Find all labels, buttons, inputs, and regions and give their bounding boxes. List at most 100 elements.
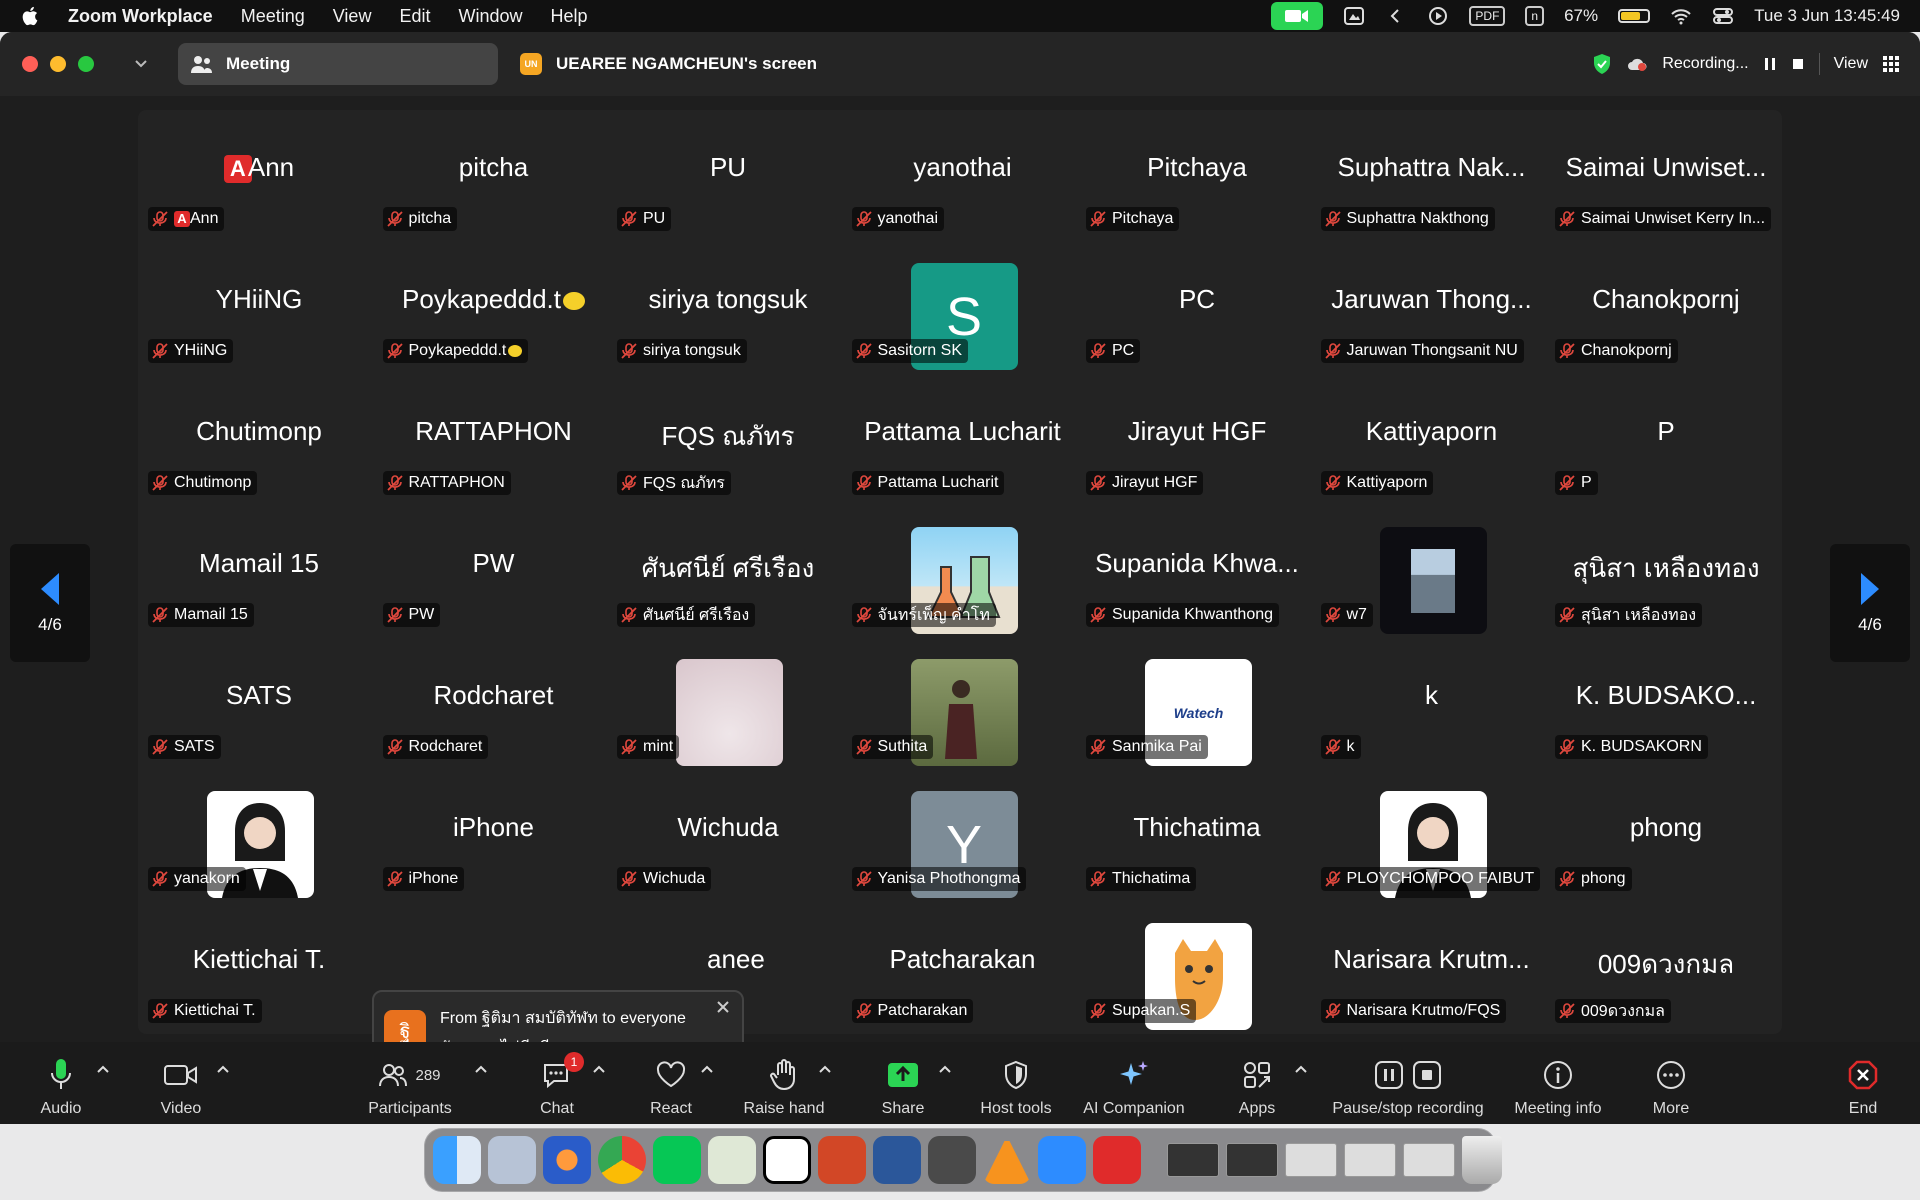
line-icon[interactable] [653, 1136, 701, 1184]
video-button[interactable]: Video [140, 1042, 222, 1124]
pencil-app-icon[interactable] [708, 1136, 756, 1184]
apple-icon[interactable] [20, 5, 42, 27]
participant-tile[interactable]: K. BUDSAKO... K. BUDSAKORN [1549, 652, 1783, 784]
menu-edit[interactable]: Edit [399, 6, 430, 27]
participant-tile[interactable]: Chutimonp Chutimonp [142, 388, 376, 520]
close-icon[interactable] [716, 1000, 730, 1014]
participant-tile[interactable]: mint [611, 652, 845, 784]
menubar-clock[interactable]: Tue 3 Jun 13:45:49 [1754, 6, 1900, 26]
react-button[interactable]: React [630, 1042, 712, 1124]
participant-tile[interactable]: Narisara Krutm... Narisara Krutmo/FQS [1315, 916, 1549, 1048]
menu-meeting[interactable]: Meeting [241, 6, 305, 27]
menu-app-name[interactable]: Zoom Workplace [68, 6, 213, 27]
participant-tile[interactable]: PP [1549, 388, 1783, 520]
participant-tile[interactable]: Pattama Lucharit Pattama Lucharit [846, 388, 1080, 520]
minimized-window-thumbnail[interactable] [1226, 1143, 1278, 1177]
minimized-window-thumbnail[interactable] [1167, 1143, 1219, 1177]
zoom-camera-status-icon[interactable] [1271, 2, 1324, 30]
launchpad-icon[interactable] [488, 1136, 536, 1184]
wifi-icon[interactable] [1670, 6, 1692, 26]
more-button[interactable]: More [1630, 1042, 1712, 1124]
participant-tile[interactable]: yanakorn [142, 784, 376, 916]
minimized-window-thumbnail[interactable] [1344, 1143, 1396, 1177]
tab-shared-screen[interactable]: UN UEAREE NGAMCHEUN's screen [520, 53, 817, 75]
pdf-app-icon[interactable] [1093, 1136, 1141, 1184]
participant-tile[interactable]: PLOYCHOMPOO FAIBUT [1315, 784, 1549, 916]
menu-view[interactable]: View [333, 6, 372, 27]
participants-options-chevron-icon[interactable] [474, 1064, 488, 1074]
participant-tile[interactable]: จันทร์เพ็ญ คำโท [846, 520, 1080, 652]
participant-tile[interactable]: Rodcharet Rodcharet [377, 652, 611, 784]
participant-tile[interactable]: Patcharakan Patcharakan [846, 916, 1080, 1048]
participant-tile[interactable]: phong phong [1549, 784, 1783, 916]
end-meeting-button[interactable]: End [1822, 1042, 1904, 1124]
participant-tile[interactable]: SATS SATS [142, 652, 376, 784]
chevron-left-icon[interactable] [1385, 6, 1407, 26]
participant-tile[interactable]: 009ดวงกมล 009ดวงกมล [1549, 916, 1783, 1048]
participant-tile[interactable]: w7 [1315, 520, 1549, 652]
trash-icon[interactable] [1462, 1136, 1502, 1184]
raise-hand-button[interactable]: Raise hand [734, 1042, 834, 1124]
participant-tile[interactable]: S Sasitorn SK [846, 256, 1080, 388]
participant-tile[interactable]: สุนิสา เหลืองทอง สุนิสา เหลืองทอง [1549, 520, 1783, 652]
participant-tile[interactable]: Kiettichai T. Kiettichai T. [142, 916, 376, 1048]
zoom-window-button[interactable] [78, 56, 94, 72]
participant-tile[interactable]: ศันศนีย์ ศรีเรือง ศันศนีย์ ศรีเรือง [611, 520, 845, 652]
participant-tile[interactable]: PW PW [377, 520, 611, 652]
participants-button[interactable]: 289 Participants [356, 1042, 464, 1124]
participant-tile[interactable]: Saimai Unwiset... Saimai Unwiset Kerry In… [1549, 124, 1783, 256]
participant-tile[interactable]: RATTAPHON RATTAPHON [377, 388, 611, 520]
participant-tile[interactable]: iPhone iPhone [377, 784, 611, 916]
raise-hand-options-chevron-icon[interactable] [818, 1064, 832, 1074]
word-icon[interactable] [873, 1136, 921, 1184]
view-menu-label[interactable]: View [1834, 55, 1868, 73]
minimize-window-button[interactable] [50, 56, 66, 72]
powerpoint-icon[interactable] [818, 1136, 866, 1184]
participant-tile[interactable]: Y Yanisa Phothongma [846, 784, 1080, 916]
share-options-chevron-icon[interactable] [938, 1064, 952, 1074]
participant-tile[interactable]: Suthita [846, 652, 1080, 784]
participant-tile[interactable]: PU PU [611, 124, 845, 256]
participant-tile[interactable]: YHiiNG YHiiNG [142, 256, 376, 388]
participant-tile[interactable]: Poykapeddd.t Poykapeddd.t [377, 256, 611, 388]
apps-button[interactable]: Apps [1216, 1042, 1298, 1124]
pause-recording-icon[interactable] [1763, 57, 1777, 71]
share-screen-button[interactable]: Share [862, 1042, 944, 1124]
participant-tile[interactable]: Kattiyaporn Kattiyaporn [1315, 388, 1549, 520]
pause-stop-recording-button[interactable]: Pause/stop recording [1324, 1042, 1492, 1124]
zoom-app-icon[interactable] [1038, 1136, 1086, 1184]
participant-tile[interactable]: Wichuda Wichuda [611, 784, 845, 916]
participant-tile[interactable]: Supanida Khwa... Supanida Khwanthong [1080, 520, 1314, 652]
participant-tile[interactable]: kk [1315, 652, 1549, 784]
participant-tile[interactable]: Jaruwan Thong... Jaruwan Thongsanit NU [1315, 256, 1549, 388]
pdf-icon[interactable]: PDF [1469, 6, 1506, 26]
close-window-button[interactable] [22, 56, 38, 72]
next-page-button[interactable]: 4/6 [1830, 544, 1910, 662]
play-icon[interactable] [1427, 6, 1449, 26]
tab-meeting[interactable]: Meeting [178, 43, 498, 85]
participant-tile[interactable]: Pitchaya Pitchaya [1080, 124, 1314, 256]
participant-tile[interactable]: yanothai yanothai [846, 124, 1080, 256]
minimized-window-thumbnail[interactable] [1285, 1143, 1337, 1177]
battery-icon[interactable] [1618, 9, 1651, 23]
screen-capture-icon[interactable] [1343, 6, 1365, 26]
firefox-icon[interactable] [543, 1136, 591, 1184]
participant-tile[interactable]: PC PC [1080, 256, 1314, 388]
meeting-info-button[interactable]: Meeting info [1508, 1042, 1608, 1124]
control-center-icon[interactable] [1712, 6, 1734, 26]
grid-view-icon[interactable] [1882, 55, 1900, 73]
chat-button[interactable]: Chat [516, 1042, 598, 1124]
encryption-shield-icon[interactable] [1592, 53, 1612, 75]
ai-companion-button[interactable]: AI Companion [1076, 1042, 1192, 1124]
notion-menubar-icon[interactable]: n [1525, 6, 1545, 26]
participant-tile[interactable]: FQS ณภัทร FQS ณภัทร [611, 388, 845, 520]
participant-tile[interactable]: Supakan.S [1080, 916, 1314, 1048]
participant-tile[interactable]: siriya tongsuk siriya tongsuk [611, 256, 845, 388]
notion-icon[interactable] [763, 1136, 811, 1184]
participant-tile[interactable]: AAnn A Ann [142, 124, 376, 256]
participant-tile[interactable]: Thichatima Thichatima [1080, 784, 1314, 916]
minimized-window-thumbnail[interactable] [1403, 1143, 1455, 1177]
participant-tile[interactable]: pitcha pitcha [377, 124, 611, 256]
host-tools-button[interactable]: Host tools [966, 1042, 1066, 1124]
previous-page-button[interactable]: 4/6 [10, 544, 90, 662]
